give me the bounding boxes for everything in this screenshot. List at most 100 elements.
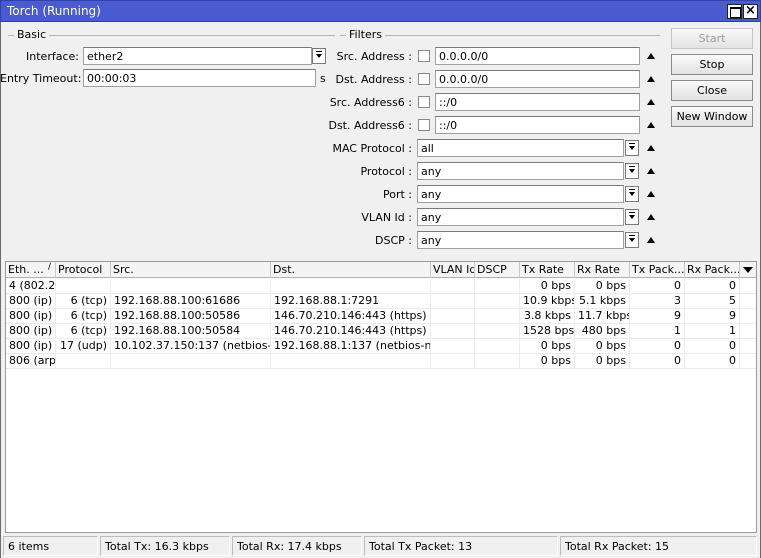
table-row[interactable]: 800 (ip) 6 (tcp) 192.168.88.100:50586 146.7… xyxy=(6,309,756,324)
interface-label: Interface: xyxy=(26,50,79,63)
up-triangle-icon[interactable] xyxy=(647,122,655,128)
up-triangle-icon[interactable] xyxy=(647,237,655,243)
status-total-tx-packet: Total Tx Packet: 13 xyxy=(364,536,558,556)
cell-protocol: 6 (tcp) xyxy=(56,309,111,324)
filters-group-label: Filters xyxy=(346,28,385,41)
table-row[interactable]: 806 (arp) 0 bps 0 bps 0 0 xyxy=(6,354,756,369)
status-total-rx-packet: Total Rx Packet: 15 xyxy=(560,536,757,556)
protocol-select[interactable]: any xyxy=(417,162,624,180)
src-address-negate-checkbox[interactable] xyxy=(418,50,430,62)
col-rx-rate[interactable]: Rx Rate xyxy=(575,262,630,278)
up-triangle-icon[interactable] xyxy=(647,145,655,151)
window-titlebar[interactable]: Torch (Running) × xyxy=(0,0,761,22)
cell-protocol xyxy=(56,279,111,294)
new-window-button[interactable]: New Window xyxy=(671,106,753,127)
table-row[interactable]: 4 (802.2) 0 bps 0 bps 0 0 xyxy=(6,279,756,294)
col-tx-rate[interactable]: Tx Rate xyxy=(520,262,575,278)
dscp-label: DSCP : xyxy=(375,234,412,247)
port-select[interactable]: any xyxy=(417,185,624,203)
vlan-id-label: VLAN Id : xyxy=(361,211,412,224)
dropdown-arrow-icon[interactable] xyxy=(625,140,639,156)
cell-src xyxy=(111,279,271,294)
port-label: Port : xyxy=(382,188,412,201)
src-address6-negate-checkbox[interactable] xyxy=(418,96,430,108)
filters-group-line xyxy=(340,35,660,36)
up-triangle-icon[interactable] xyxy=(647,214,655,220)
cell-tx-rate: 10.9 kbps xyxy=(520,294,575,309)
cell-dscp xyxy=(475,279,520,294)
entry-timeout-input[interactable]: 00:00:03 xyxy=(83,69,316,87)
cell-rx-rate: 480 bps xyxy=(575,324,630,339)
mac-protocol-label: MAC Protocol : xyxy=(332,142,412,155)
dropdown-arrow-icon[interactable] xyxy=(625,232,639,248)
cell-rx-rate: 5.1 kbps xyxy=(575,294,630,309)
cell-dscp xyxy=(475,294,520,309)
cell-protocol: 6 (tcp) xyxy=(56,324,111,339)
status-total-rx: Total Rx: 17.4 kbps xyxy=(232,536,362,556)
cell-dscp xyxy=(475,354,520,369)
close-button[interactable]: Close xyxy=(671,80,753,101)
cell-tx-pack: 1 xyxy=(630,324,685,339)
dscp-select[interactable]: any xyxy=(417,231,624,249)
cell-vlan xyxy=(431,294,475,309)
cell-tx-pack: 0 xyxy=(630,339,685,354)
up-triangle-icon[interactable] xyxy=(647,99,655,105)
cell-vlan xyxy=(431,279,475,294)
column-menu-icon[interactable] xyxy=(740,262,756,278)
col-protocol[interactable]: Protocol xyxy=(56,262,111,278)
cell-protocol xyxy=(56,354,111,369)
col-vlan-id[interactable]: VLAN Id xyxy=(431,262,475,278)
start-button[interactable]: Start xyxy=(671,28,753,49)
cell-dst xyxy=(271,279,431,294)
table-row[interactable]: 800 (ip) 6 (tcp) 192.168.88.100:61686 192.1… xyxy=(6,294,756,309)
table-row[interactable]: 800 (ip) 17 (udp) 10.102.37.150:137 (netbi… xyxy=(6,339,756,354)
col-rx-packet[interactable]: Rx Pack... xyxy=(685,262,740,278)
cell-vlan xyxy=(431,339,475,354)
dst-address-input[interactable]: 0.0.0.0/0 xyxy=(435,70,640,88)
up-triangle-icon[interactable] xyxy=(647,168,655,174)
dst-address-negate-checkbox[interactable] xyxy=(418,73,430,85)
up-triangle-icon[interactable] xyxy=(647,191,655,197)
cell-tx-pack: 0 xyxy=(630,354,685,369)
cell-tx-rate: 0 bps xyxy=(520,354,575,369)
cell-tx-rate: 1528 bps xyxy=(520,324,575,339)
entry-timeout-label: Entry Timeout: xyxy=(0,72,82,85)
cell-tx-pack: 3 xyxy=(630,294,685,309)
up-triangle-icon[interactable] xyxy=(647,53,655,59)
col-eth[interactable]: Eth. ... / xyxy=(6,262,56,278)
cell-eth: 4 (802.2) xyxy=(6,279,56,294)
torch-table[interactable]: Eth. ... / Protocol Src. Dst. VLAN Id DS… xyxy=(5,261,757,533)
cell-rx-rate: 11.7 kbps xyxy=(575,309,630,324)
src-address-input[interactable]: 0.0.0.0/0 xyxy=(435,47,640,65)
col-dst[interactable]: Dst. xyxy=(271,262,431,278)
dropdown-arrow-icon[interactable] xyxy=(625,186,639,202)
maximize-icon[interactable] xyxy=(727,4,742,19)
cell-dscp xyxy=(475,324,520,339)
dst-address6-input[interactable]: ::/0 xyxy=(435,116,640,134)
dropdown-arrow-icon[interactable] xyxy=(625,163,639,179)
window-title: Torch (Running) xyxy=(7,4,101,18)
src-address6-label: Src. Address6 : xyxy=(329,96,412,109)
stop-button[interactable]: Stop xyxy=(671,54,753,75)
cell-rx-rate: 0 bps xyxy=(575,279,630,294)
cell-tx-rate: 3.8 kbps xyxy=(520,309,575,324)
col-dscp[interactable]: DSCP xyxy=(475,262,520,278)
table-row[interactable]: 800 (ip) 6 (tcp) 192.168.88.100:50584 146.7… xyxy=(6,324,756,339)
vlan-id-select[interactable]: any xyxy=(417,208,624,226)
cell-vlan xyxy=(431,309,475,324)
col-tx-packet[interactable]: Tx Pack... xyxy=(630,262,685,278)
status-total-tx: Total Tx: 16.3 kbps xyxy=(100,536,230,556)
dst-address6-negate-checkbox[interactable] xyxy=(418,119,430,131)
cell-eth: 806 (arp) xyxy=(6,354,56,369)
close-icon[interactable]: × xyxy=(743,4,758,19)
up-triangle-icon[interactable] xyxy=(647,76,655,82)
cell-tx-pack: 9 xyxy=(630,309,685,324)
cell-src: 192.168.88.100:50586 xyxy=(111,309,271,324)
cell-rx-pack: 1 xyxy=(685,324,740,339)
interface-select[interactable]: ether2 xyxy=(83,47,312,65)
col-src[interactable]: Src. xyxy=(111,262,271,278)
src-address6-input[interactable]: ::/0 xyxy=(435,93,640,111)
mac-protocol-select[interactable]: all xyxy=(417,139,624,157)
dropdown-arrow-icon[interactable] xyxy=(625,209,639,225)
cell-src xyxy=(111,354,271,369)
